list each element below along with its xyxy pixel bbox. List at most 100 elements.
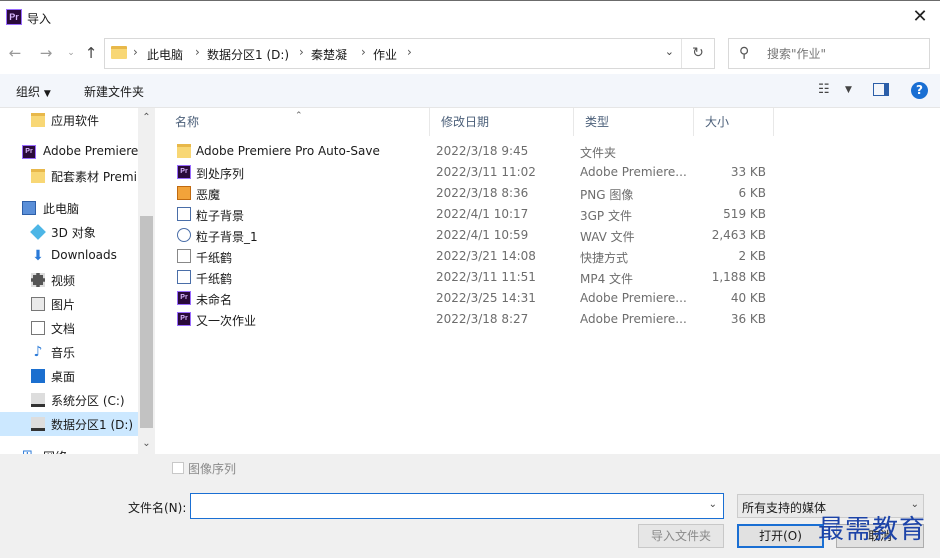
sidebar-item-adobe-premiere[interactable]: Pr Adobe Premiere (0, 140, 138, 164)
breadcrumb-user-folder[interactable]: 秦楚凝 (311, 46, 347, 63)
file-row[interactable]: 粒子背景_1 2022/4/1 10:59 WAV 文件 2,463 KB (174, 225, 774, 246)
sidebar-item-app-software[interactable]: 应用软件 (0, 108, 138, 132)
navigation-bar: ← → ⌄ ↑ › 此电脑 › 数据分区1 (D:) › 秦楚凝 › 作业 › … (0, 36, 940, 72)
sidebar-item-music[interactable]: ♪ 音乐 (0, 340, 138, 364)
file-row[interactable]: 千纸鹤 2022/3/21 14:08 快捷方式 2 KB (174, 246, 774, 267)
sidebar-item-documents[interactable]: 文档 (0, 316, 138, 340)
premiere-icon: Pr (22, 145, 36, 159)
help-icon[interactable]: ? (911, 82, 928, 99)
sidebar-item-downloads[interactable]: ⬇ Downloads (0, 244, 138, 268)
address-dropdown-icon[interactable]: ⌄ (665, 45, 674, 58)
premiere-icon: Pr (177, 291, 191, 305)
file-row[interactable]: Pr 又一次作业 2022/3/18 8:27 Adobe Premiere..… (174, 309, 774, 330)
breadcrumb-drive-d[interactable]: 数据分区1 (D:) (207, 46, 289, 63)
filename-input[interactable] (194, 497, 694, 515)
sidebar-item-label: 此电脑 (43, 202, 80, 216)
file-name: 恶魔 (196, 188, 221, 202)
breadcrumb-homework[interactable]: 作业 (373, 46, 397, 63)
column-header-size[interactable]: 大小 (694, 108, 774, 136)
file-name: 粒子背景 (196, 209, 245, 223)
open-button[interactable]: 打开(O) (737, 524, 824, 548)
sidebar-item-pictures[interactable]: 图片 (0, 292, 138, 316)
file-size: 519 KB (723, 207, 766, 221)
video-file-icon (177, 270, 191, 284)
file-size: 1,188 KB (711, 270, 766, 284)
desktop-icon (31, 369, 45, 383)
file-type: 3GP 文件 (580, 209, 632, 223)
chevron-down-icon[interactable]: ⌄ (709, 499, 717, 510)
search-input[interactable] (767, 45, 917, 63)
file-name: 千纸鹤 (196, 251, 233, 265)
view-options-icon[interactable]: ☷ (818, 82, 830, 97)
recent-locations-chevron-icon[interactable]: ⌄ (62, 44, 80, 62)
file-row[interactable]: 恶魔 2022/3/18 8:36 PNG 图像 6 KB (174, 183, 774, 204)
import-folder-button[interactable]: 导入文件夹 (638, 524, 724, 548)
file-date: 2022/3/18 8:27 (436, 312, 529, 326)
refresh-icon[interactable]: ↻ (681, 39, 714, 68)
chevron-right-icon: › (361, 45, 366, 59)
sidebar-item-label: 音乐 (51, 346, 76, 360)
breadcrumb-this-pc[interactable]: 此电脑 (147, 46, 183, 63)
sidebar-item-label: Downloads (51, 248, 117, 262)
column-header-type[interactable]: 类型 (574, 108, 694, 136)
sidebar-item-label: 系统分区 (C:) (51, 394, 125, 408)
search-box[interactable]: ⚲ (728, 38, 930, 69)
file-size: 36 KB (730, 312, 766, 326)
organize-menu-button[interactable]: 组织 ▼ (16, 83, 51, 100)
file-row[interactable]: 粒子背景 2022/4/1 10:17 3GP 文件 519 KB (174, 204, 774, 225)
file-type: Adobe Premiere... (580, 165, 687, 179)
file-type: Adobe Premiere... (580, 312, 687, 326)
sidebar-scrollbar[interactable]: ⌃ ⌄ (138, 108, 155, 454)
up-arrow-icon[interactable]: ↑ (82, 44, 100, 62)
sidebar-item-label: 桌面 (51, 370, 76, 384)
image-sequence-checkbox[interactable] (172, 462, 184, 474)
view-dropdown-icon[interactable]: ▼ (845, 85, 852, 95)
file-row[interactable]: Adobe Premiere Pro Auto-Save 2022/3/18 9… (174, 141, 774, 162)
sidebar-item-label: 数据分区1 (D:) (51, 418, 134, 432)
video-icon (31, 273, 45, 287)
file-type: WAV 文件 (580, 230, 635, 244)
column-header-date[interactable]: 修改日期 (430, 108, 574, 136)
file-type: 快捷方式 (580, 251, 629, 265)
drive-icon (31, 393, 45, 407)
file-name: Adobe Premiere Pro Auto-Save (196, 144, 380, 158)
sidebar-item-label: 3D 对象 (51, 226, 96, 240)
sidebar-item-drive-c[interactable]: 系统分区 (C:) (0, 388, 138, 412)
scrollbar-thumb[interactable] (140, 216, 153, 428)
sidebar-item-drive-d[interactable]: 数据分区1 (D:) (0, 412, 138, 436)
file-name: 到处序列 (196, 167, 245, 181)
filename-combobox[interactable]: ⌄ (190, 493, 724, 519)
chevron-right-icon: › (407, 45, 412, 59)
forward-arrow-icon[interactable]: → (37, 44, 55, 62)
scroll-down-icon[interactable]: ⌄ (138, 438, 155, 449)
file-type-filter-value: 所有支持的媒体 (742, 501, 827, 515)
file-row[interactable]: 千纸鹤 2022/3/11 11:51 MP4 文件 1,188 KB (174, 267, 774, 288)
sidebar-item-videos[interactable]: 视频 (0, 268, 138, 292)
shortcut-icon (177, 249, 191, 263)
sort-ascending-icon: ⌃ (295, 111, 303, 121)
sidebar-item-desktop[interactable]: 桌面 (0, 364, 138, 388)
address-bar[interactable]: › 此电脑 › 数据分区1 (D:) › 秦楚凝 › 作业 › ⌄ ↻ (104, 38, 715, 69)
new-folder-button[interactable]: 新建文件夹 (84, 83, 144, 100)
drive-icon (31, 417, 45, 431)
computer-icon (22, 201, 36, 215)
column-header-name[interactable]: 名称 ⌃ (164, 108, 430, 136)
filename-label: 文件名(N): (128, 501, 187, 515)
video-file-icon (177, 207, 191, 221)
music-icon: ♪ (33, 344, 43, 360)
back-arrow-icon[interactable]: ← (6, 44, 24, 62)
sidebar-item-this-pc[interactable]: 此电脑 (0, 196, 138, 220)
file-date: 2022/4/1 10:59 (436, 228, 529, 242)
file-date: 2022/3/18 9:45 (436, 144, 529, 158)
sidebar-item-3d-objects[interactable]: 3D 对象 (0, 220, 138, 244)
file-name: 又一次作业 (196, 314, 257, 328)
scroll-up-icon[interactable]: ⌃ (138, 112, 155, 123)
file-name: 未命名 (196, 293, 233, 307)
file-row[interactable]: Pr 未命名 2022/3/25 14:31 Adobe Premiere...… (174, 288, 774, 309)
close-icon[interactable]: ✕ (908, 5, 932, 29)
sidebar-item-label: Adobe Premiere (43, 144, 138, 158)
sidebar-item-network[interactable]: ⊞ 网络 (0, 444, 138, 455)
preview-pane-icon[interactable] (873, 83, 889, 96)
file-row[interactable]: Pr 到处序列 2022/3/11 11:02 Adobe Premiere..… (174, 162, 774, 183)
sidebar-item-materials[interactable]: 配套素材 Premi (0, 164, 138, 188)
